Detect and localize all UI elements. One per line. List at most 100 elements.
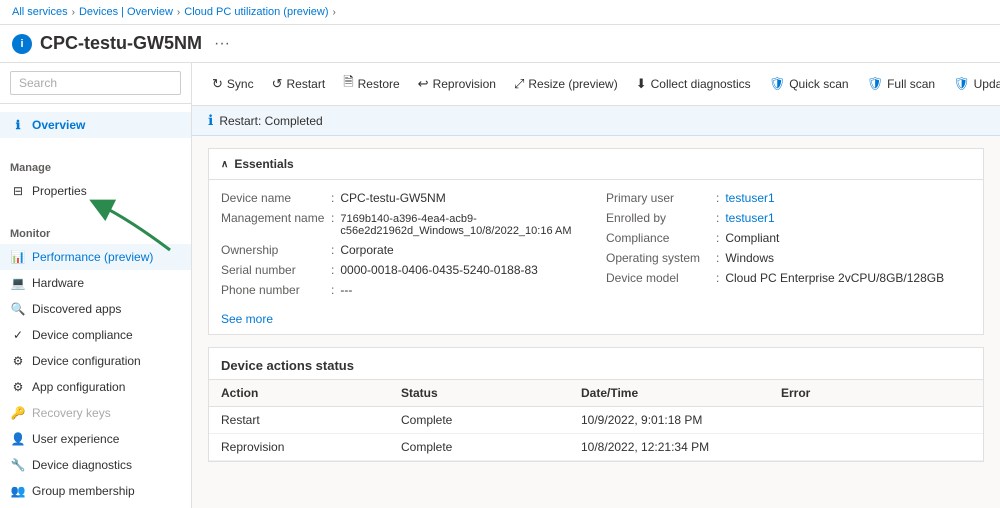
sidebar-item-hardware[interactable]: 💻 Hardware — [0, 270, 191, 296]
col-action: Action — [221, 386, 401, 400]
row2-status: Complete — [401, 440, 581, 454]
row2-datetime: 10/8/2022, 12:21:34 PM — [581, 440, 781, 454]
search-input[interactable] — [10, 71, 181, 95]
row1-datetime: 10/9/2022, 9:01:18 PM — [581, 413, 781, 427]
status-message: Restart: Completed — [219, 114, 322, 128]
content-area: ↻ Sync ↺ Restart 🗎 Restore ↩ Reprovision… — [192, 63, 1000, 508]
essentials-section: ∧ Essentials Device name : CPC-testu-GW5… — [208, 148, 984, 335]
col-error: Error — [781, 386, 971, 400]
row1-error — [781, 413, 971, 427]
manage-section-label: Manage — [0, 154, 191, 178]
row1-action: Restart — [221, 413, 401, 427]
essentials-title: Essentials — [234, 157, 293, 171]
sidebar-item-properties[interactable]: ⊟ Properties — [0, 178, 191, 204]
row2-error — [781, 440, 971, 454]
sidebar-item-label: User experience — [32, 432, 119, 446]
monitor-section-label: Monitor — [0, 220, 191, 244]
essentials-row-os: Operating system : Windows — [606, 248, 971, 268]
essentials-header[interactable]: ∧ Essentials — [209, 149, 983, 180]
sidebar-item-label: Recovery keys — [32, 406, 111, 420]
update-defender-icon: 🛡 — [953, 76, 970, 92]
sidebar-item-label: Properties — [32, 184, 87, 198]
see-more-container: See more — [209, 308, 983, 334]
properties-icon: ⊟ — [10, 183, 26, 199]
essentials-row-serial-number: Serial number : 0000-0018-0406-0435-5240… — [221, 260, 586, 280]
sidebar-item-group-membership[interactable]: 👥 Group membership — [0, 478, 191, 504]
sidebar-item-label: Device diagnostics — [32, 458, 132, 472]
restart-button[interactable]: ↺ Restart — [264, 72, 334, 96]
performance-icon: 📊 — [10, 249, 26, 265]
sidebar-item-app-configuration[interactable]: ⚙ App configuration — [0, 374, 191, 400]
sidebar-item-overview[interactable]: ℹ Overview — [0, 112, 191, 138]
row2-action: Reprovision — [221, 440, 401, 454]
collect-diagnostics-button[interactable]: ⬇ Collect diagnostics — [628, 72, 759, 96]
enrolled-by-link[interactable]: testuser1 — [725, 211, 774, 225]
col-status: Status — [401, 386, 581, 400]
essentials-row-device-name: Device name : CPC-testu-GW5NM — [221, 188, 586, 208]
essentials-right-column: Primary user : testuser1 Enrolled by : t… — [606, 188, 971, 300]
primary-user-link[interactable]: testuser1 — [725, 191, 774, 205]
sidebar: ℹ Overview Manage ⊟ Properties Monitor 📊… — [0, 63, 192, 508]
essentials-row-enrolled-by: Enrolled by : testuser1 — [606, 208, 971, 228]
reprovision-icon: ↩ — [418, 76, 429, 92]
sync-icon: ↻ — [212, 76, 223, 92]
essentials-row-primary-user: Primary user : testuser1 — [606, 188, 971, 208]
sidebar-item-label: Device configuration — [32, 354, 141, 368]
toolbar: ↻ Sync ↺ Restart 🗎 Restore ↩ Reprovision… — [192, 63, 1000, 106]
discovered-apps-icon: 🔍 — [10, 301, 26, 317]
essentials-left-column: Device name : CPC-testu-GW5NM Management… — [221, 188, 586, 300]
device-diagnostics-icon: 🔧 — [10, 457, 26, 473]
table-row: Reprovision Complete 10/8/2022, 12:21:34… — [209, 434, 983, 461]
essentials-row-compliance: Compliance : Compliant — [606, 228, 971, 248]
col-datetime: Date/Time — [581, 386, 781, 400]
restore-button[interactable]: 🗎 Restore — [335, 69, 407, 99]
hardware-icon: 💻 — [10, 275, 26, 291]
sidebar-item-label: Group membership — [32, 484, 135, 498]
sidebar-item-user-experience[interactable]: 👤 User experience — [0, 426, 191, 452]
collect-diagnostics-icon: ⬇ — [636, 76, 647, 92]
user-experience-icon: 👤 — [10, 431, 26, 447]
sidebar-search-container — [0, 63, 191, 104]
status-info-icon: ℹ — [208, 112, 213, 129]
overview-icon: ℹ — [10, 117, 26, 133]
sidebar-item-device-compliance[interactable]: ✓ Device compliance — [0, 322, 191, 348]
status-bar: ℹ Restart: Completed — [192, 106, 1000, 136]
sidebar-item-label: Performance (preview) — [32, 250, 153, 264]
sidebar-item-label: Hardware — [32, 276, 84, 290]
resize-button[interactable]: ⤢ Resize (preview) — [506, 72, 626, 96]
essentials-grid: Device name : CPC-testu-GW5NM Management… — [209, 180, 983, 308]
essentials-row-device-model: Device model : Cloud PC Enterprise 2vCPU… — [606, 268, 971, 288]
sidebar-item-label: Discovered apps — [32, 302, 121, 316]
full-scan-button[interactable]: 🛡 Full scan — [859, 72, 944, 96]
essentials-row-ownership: Ownership : Corporate — [221, 240, 586, 260]
sidebar-item-device-diagnostics[interactable]: 🔧 Device diagnostics — [0, 452, 191, 478]
sidebar-item-recovery-keys: 🔑 Recovery keys — [0, 400, 191, 426]
device-actions-title: Device actions status — [209, 348, 983, 379]
sync-button[interactable]: ↻ Sync — [204, 72, 262, 96]
device-configuration-icon: ⚙ — [10, 353, 26, 369]
see-more-link[interactable]: See more — [221, 312, 273, 326]
group-membership-icon: 👥 — [10, 483, 26, 499]
resize-icon: ⤢ — [514, 76, 524, 92]
sidebar-item-discovered-apps[interactable]: 🔍 Discovered apps — [0, 296, 191, 322]
quick-scan-button[interactable]: 🛡 Quick scan — [761, 72, 857, 96]
reprovision-button[interactable]: ↩ Reprovision — [410, 72, 504, 96]
restore-icon: 🗎 — [343, 73, 353, 95]
content-body: ∧ Essentials Device name : CPC-testu-GW5… — [192, 136, 1000, 474]
breadcrumb-devices-overview[interactable]: Devices | Overview — [79, 6, 173, 18]
sidebar-item-label: Overview — [32, 118, 85, 132]
quick-scan-icon: 🛡 — [769, 76, 786, 92]
essentials-row-phone-number: Phone number : --- — [221, 280, 586, 300]
page-title: CPC-testu-GW5NM — [40, 33, 202, 54]
device-actions-section: Device actions status Action Status Date… — [208, 347, 984, 462]
sidebar-item-user-connectivity[interactable]: 🔗 User connectivity — [0, 504, 191, 508]
ellipsis-menu-icon[interactable]: ··· — [214, 35, 230, 53]
sidebar-item-device-configuration[interactable]: ⚙ Device configuration — [0, 348, 191, 374]
table-header: Action Status Date/Time Error — [209, 379, 983, 407]
full-scan-icon: 🛡 — [867, 76, 884, 92]
breadcrumb-cloud-pc[interactable]: Cloud PC utilization (preview) — [184, 6, 328, 18]
update-defender-button[interactable]: 🛡 Update Windows Defender security intel… — [945, 72, 1000, 96]
sidebar-item-label: App configuration — [32, 380, 125, 394]
breadcrumb-all-services[interactable]: All services — [12, 6, 68, 18]
sidebar-item-performance[interactable]: 📊 Performance (preview) — [0, 244, 191, 270]
